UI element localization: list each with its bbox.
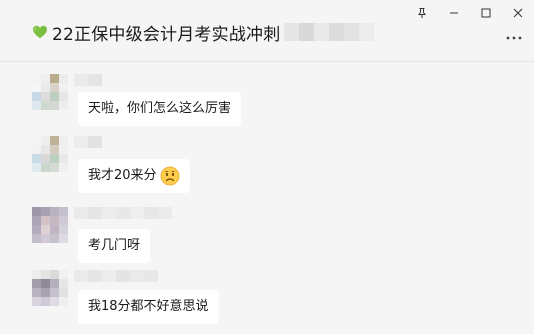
message-text: 天啦，你们怎么这么厉害 (88, 101, 232, 116)
minimize-icon (450, 12, 458, 14)
avatar[interactable] (32, 136, 68, 172)
green-heart-icon (33, 25, 47, 39)
message-bubble[interactable]: 我才20来分 (78, 159, 190, 193)
sad-face-icon (160, 166, 179, 186)
pin-button[interactable] (406, 0, 438, 26)
sender-name-redacted (74, 270, 158, 282)
message-text: 考几门呀 (88, 238, 141, 253)
title-bar: 22正保中级会计月考实战冲刺 (0, 0, 534, 62)
message-bubble[interactable]: 天啦，你们怎么这么厉害 (78, 92, 242, 126)
window-controls (406, 0, 534, 26)
close-button[interactable] (502, 0, 534, 26)
maximize-icon (481, 8, 491, 18)
scrollbar[interactable] (526, 62, 534, 334)
avatar[interactable] (32, 270, 68, 306)
more-icon (506, 36, 522, 40)
group-title: 22正保中级会计月考实战冲刺 (32, 21, 375, 45)
message-text: 我才20来分 (88, 168, 157, 183)
message-list[interactable]: 天啦，你们怎么这么厉害 我才20来分 考几门呀 我18分都不好意思说 (0, 62, 534, 334)
avatar[interactable] (32, 207, 68, 243)
title-redacted (284, 23, 375, 41)
message-bubble[interactable]: 考几门呀 (78, 229, 151, 263)
maximize-button[interactable] (470, 0, 502, 26)
close-icon (513, 8, 523, 18)
sender-name-redacted (74, 136, 102, 148)
more-button[interactable] (504, 28, 524, 48)
message-bubble[interactable]: 我18分都不好意思说 (78, 290, 219, 324)
group-title-text: 22正保中级会计月考实战冲刺 (52, 24, 281, 45)
pin-icon (418, 8, 426, 18)
chat-window: 22正保中级会计月考实战冲刺 天啦，你们怎么这么厉害 我才20来分 考几门呀 我… (0, 0, 534, 334)
sender-name-redacted (74, 74, 102, 86)
avatar[interactable] (32, 74, 68, 110)
minimize-button[interactable] (438, 0, 470, 26)
message-text: 我18分都不好意思说 (88, 299, 209, 314)
sender-name-redacted (74, 207, 172, 219)
